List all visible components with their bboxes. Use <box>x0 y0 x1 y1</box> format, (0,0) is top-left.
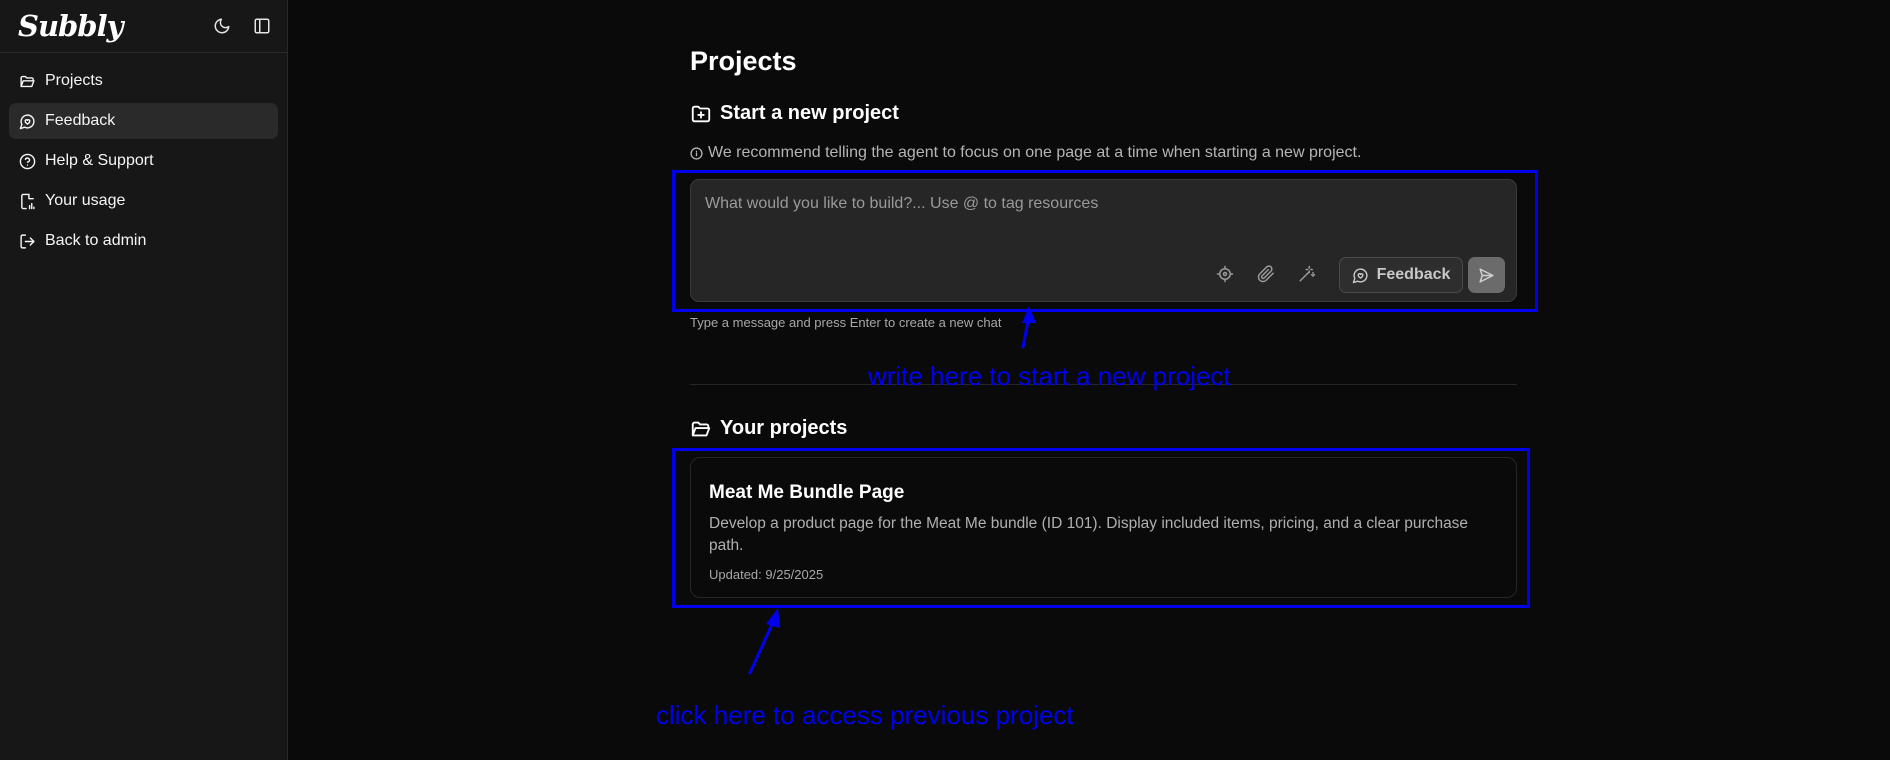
panel-left-icon <box>254 18 270 34</box>
your-projects-heading: Your projects <box>690 417 847 440</box>
composer-annotation-box <box>672 170 1538 312</box>
sidebar-item-label: Projects <box>45 72 103 89</box>
composer-hint: Type a message and press Enter to create… <box>690 315 1002 330</box>
usage-icon <box>21 193 35 209</box>
moon-icon <box>214 18 230 34</box>
new-project-heading: Start a new project <box>690 102 899 125</box>
composer-annotation-text: write here to start a new project <box>868 361 1231 391</box>
sidebar-toggle-button[interactable] <box>251 15 273 37</box>
recommendation-text: We recommend telling the agent to focus … <box>708 144 1362 161</box>
folder-plus-icon <box>691 105 711 122</box>
sidebar-item-help-support[interactable]: Help & Support <box>9 143 278 179</box>
page-title: Projects <box>690 46 797 76</box>
app-root: Subbly Projects Feedback Help & Support <box>0 0 1890 760</box>
recommendation-note: We recommend telling the agent to focus … <box>690 144 1361 162</box>
log-out-icon <box>20 233 35 249</box>
sidebar-nav: Projects Feedback Help & Support Your us… <box>0 53 287 273</box>
new-project-title: Start a new project <box>720 102 899 124</box>
info-icon <box>690 146 703 160</box>
sidebar-item-label: Your usage <box>45 192 126 209</box>
message-heart-icon <box>19 113 35 129</box>
your-projects-title: Your projects <box>720 417 848 439</box>
theme-toggle-button[interactable] <box>211 15 233 37</box>
sidebar-item-your-usage[interactable]: Your usage <box>9 183 278 219</box>
sidebar-item-projects[interactable]: Projects <box>9 63 278 99</box>
project-arrow <box>748 618 776 675</box>
project-annotation-text: click here to access previous project <box>656 700 1074 730</box>
help-circle-icon <box>19 153 36 169</box>
sidebar-item-feedback[interactable]: Feedback <box>9 103 278 139</box>
sidebar-item-label: Back to admin <box>45 232 147 249</box>
composer-arrow <box>1021 314 1031 349</box>
project-annotation-box <box>672 448 1530 608</box>
folder-open-icon <box>691 421 711 436</box>
sidebar-item-label: Feedback <box>45 112 116 129</box>
sidebar-header: Subbly <box>0 0 287 53</box>
sidebar-item-back-to-admin[interactable]: Back to admin <box>9 223 278 259</box>
subbly-logo[interactable]: Subbly <box>18 9 123 43</box>
sidebar-item-label: Help & Support <box>45 152 154 169</box>
project-arrow-head <box>766 608 780 628</box>
sidebar: Subbly Projects Feedback Help & Support <box>0 0 288 760</box>
folder-open-icon <box>20 75 35 87</box>
